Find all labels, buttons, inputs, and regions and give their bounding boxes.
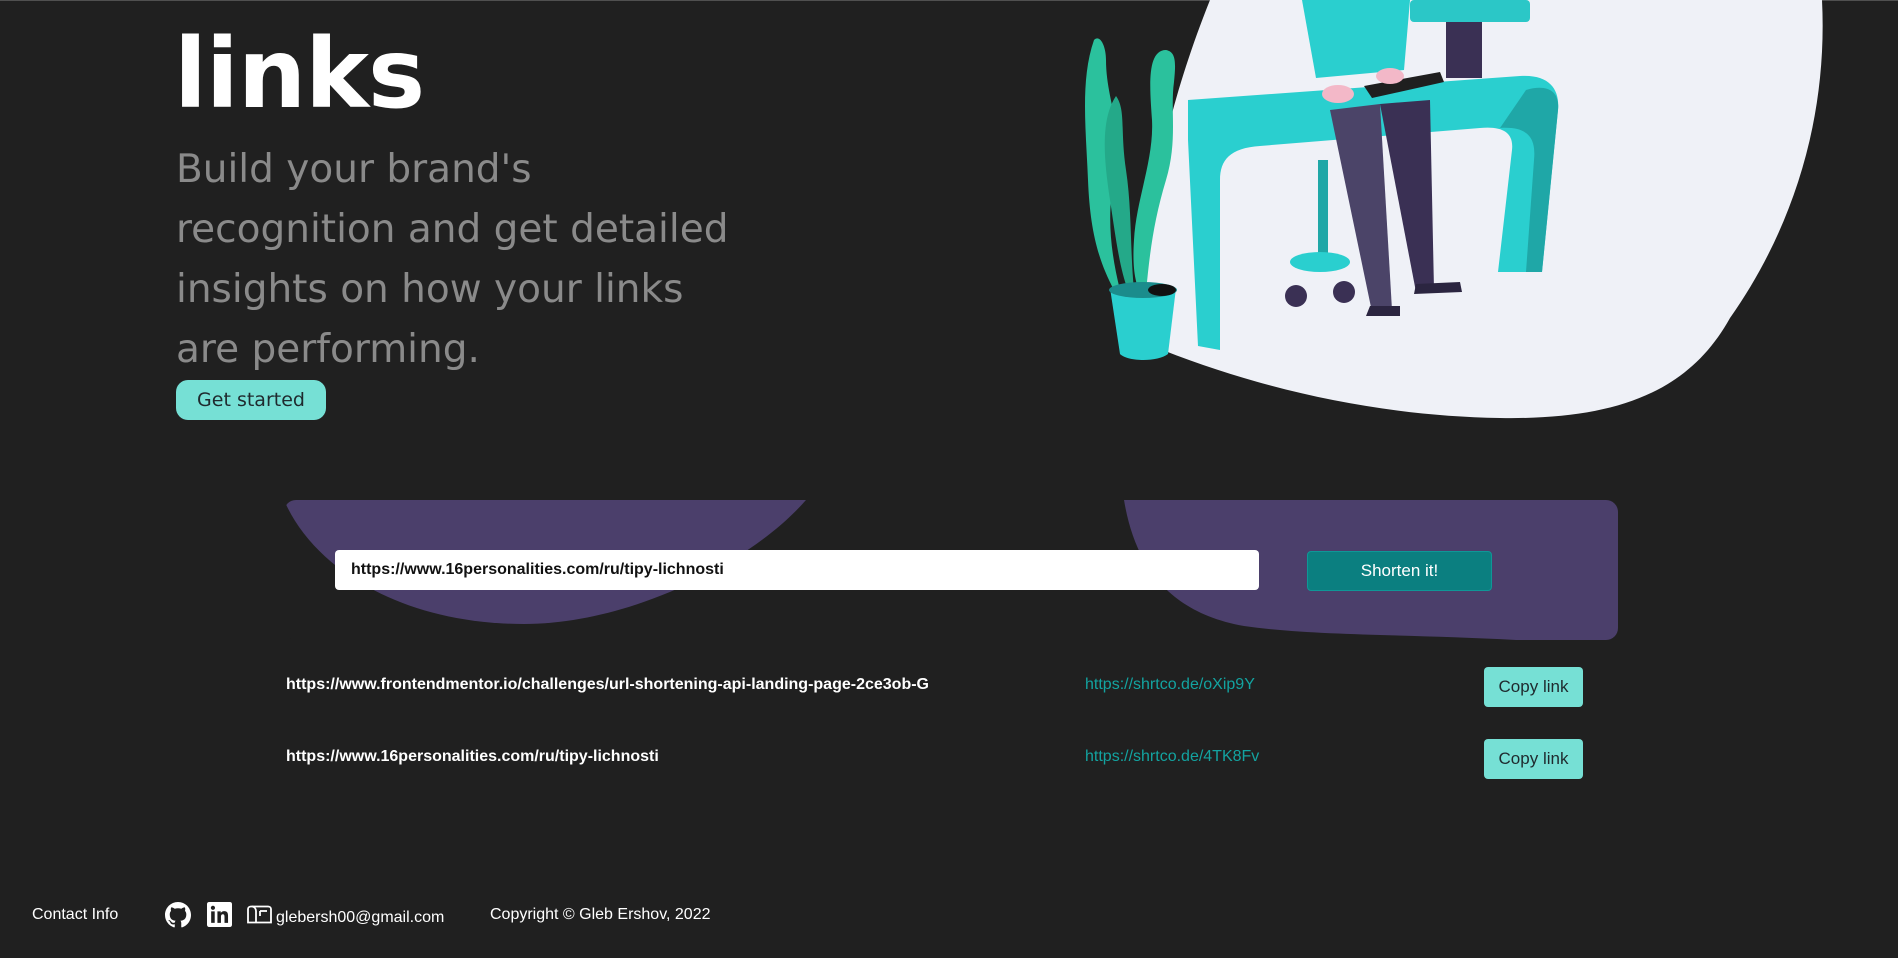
working-illustration <box>1085 0 1823 419</box>
footer: Contact Info glebersh00@gmail.com Copyri… <box>0 896 1898 936</box>
short-url-link[interactable]: https://shrtco.de/4TK8Fv <box>1085 748 1259 766</box>
email-link[interactable]: glebersh00@gmail.com <box>276 909 444 927</box>
original-url: https://www.16personalities.com/ru/tipy-… <box>286 748 659 765</box>
contact-info-label: Contact Info <box>32 906 119 923</box>
mail-icon <box>247 905 272 924</box>
hero-title: links <box>174 18 425 130</box>
result-row: https://www.frontendmentor.io/challenges… <box>286 667 1586 718</box>
copyright-text: Copyright © Gleb Ershov, 2022 <box>490 906 711 923</box>
original-url: https://www.frontendmentor.io/challenges… <box>286 676 929 693</box>
hero-subtitle: Build your brand's recognition and get d… <box>176 147 729 372</box>
copy-link-button[interactable]: Copy link <box>1484 739 1583 779</box>
shorten-button[interactable]: Shorten it! <box>1307 551 1492 591</box>
url-input[interactable] <box>335 550 1259 590</box>
result-row: https://www.16personalities.com/ru/tipy-… <box>286 739 1586 790</box>
copy-link-button[interactable]: Copy link <box>1484 667 1583 707</box>
short-url-link[interactable]: https://shrtco.de/oXip9Y <box>1085 676 1255 694</box>
github-icon[interactable] <box>165 902 191 928</box>
linkedin-icon[interactable] <box>207 902 232 927</box>
get-started-button[interactable]: Get started <box>176 380 326 420</box>
